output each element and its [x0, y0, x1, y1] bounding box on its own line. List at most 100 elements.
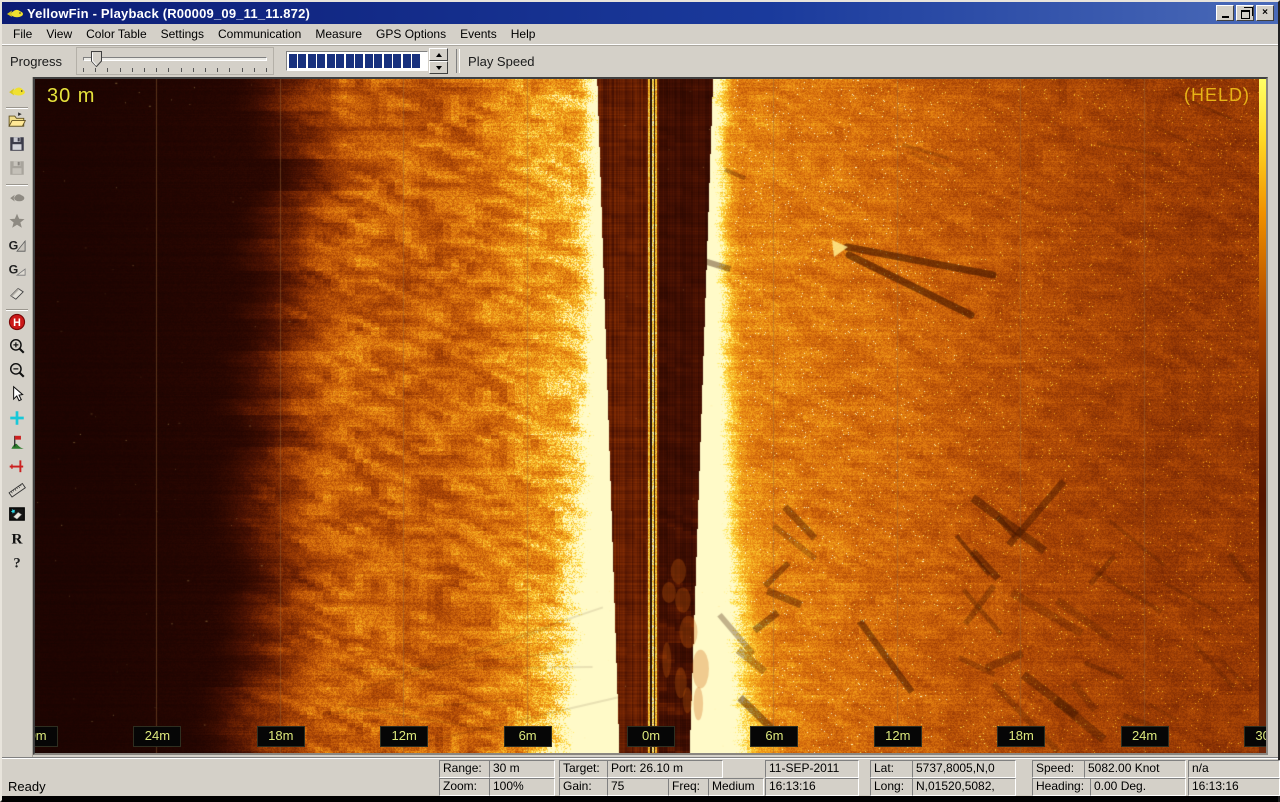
menu-item-events[interactable]: Events	[453, 25, 504, 43]
save-disabled-icon	[8, 159, 26, 182]
svg-text:G: G	[9, 262, 19, 276]
play-speed-bar	[286, 51, 428, 71]
fish-marker-icon	[8, 188, 26, 211]
status-bar: Ready Range: 30 m Target: Port: 26.10 m …	[2, 757, 1278, 796]
fish-marker-button	[5, 187, 29, 211]
star-marker-icon	[8, 212, 26, 235]
zoom-out-button[interactable]	[5, 360, 29, 384]
lat-field-label: Lat:	[870, 760, 918, 778]
zoom-field-value: 100%	[489, 778, 555, 796]
speed-segment	[384, 54, 392, 68]
zoom-out-icon	[8, 361, 26, 384]
mark-seabed-button[interactable]	[5, 432, 29, 456]
speed-segment	[355, 54, 363, 68]
window-bottom-edge	[2, 796, 1278, 802]
open-file-button[interactable]	[5, 110, 29, 134]
save-icon	[8, 135, 26, 158]
long-field-label: Long:	[870, 778, 918, 796]
na-field: n/a	[1188, 760, 1280, 778]
gain-up-button[interactable]: G	[5, 235, 29, 259]
speed-segment	[393, 54, 401, 68]
speed-segment	[336, 54, 344, 68]
scale-label: 0m	[627, 726, 675, 747]
speed-down-button[interactable]	[429, 61, 448, 74]
progress-slider[interactable]	[76, 47, 274, 75]
speed-field-label: Speed:	[1032, 760, 1090, 778]
range-field-value: 30 m	[489, 760, 555, 778]
scale-label: 24m	[133, 726, 181, 747]
speed-segment	[374, 54, 382, 68]
scale-label: 12m	[874, 726, 922, 747]
pointer-icon	[8, 385, 26, 408]
clear-screen-button[interactable]	[5, 504, 29, 528]
progress-slider-ticks	[83, 68, 267, 72]
status-ready: Ready	[8, 779, 46, 794]
scale-label: 6m	[504, 726, 552, 747]
speed-segment	[327, 54, 335, 68]
svg-text:?: ?	[13, 555, 20, 570]
play-speed-label: Play Speed	[468, 54, 535, 69]
close-icon: ×	[1262, 8, 1268, 18]
menu-bar: FileViewColor TableSettingsCommunication…	[2, 24, 1278, 44]
measure-button[interactable]	[5, 456, 29, 480]
arrow-down-icon	[436, 66, 442, 70]
speed-segment	[403, 54, 411, 68]
eraser-button[interactable]	[5, 283, 29, 307]
scale-label: 30m	[33, 726, 58, 747]
menu-item-view[interactable]: View	[39, 25, 79, 43]
menu-item-settings[interactable]: Settings	[154, 25, 211, 43]
yellowfin-logo-button[interactable]	[5, 81, 29, 105]
crosshair-icon	[8, 409, 26, 432]
clear-screen-icon	[8, 505, 26, 528]
progress-slider-track[interactable]	[83, 57, 267, 61]
save-button[interactable]	[5, 134, 29, 158]
restore-button[interactable]	[1236, 5, 1254, 21]
hold-icon: H	[8, 313, 26, 336]
menu-item-file[interactable]: File	[6, 25, 39, 43]
yellowfin-logo-icon	[6, 6, 24, 20]
record-icon: R	[8, 529, 26, 552]
gain-down-icon: G	[8, 260, 26, 283]
menu-item-gps-options[interactable]: GPS Options	[369, 25, 453, 43]
pointer-button[interactable]	[5, 384, 29, 408]
ruler-button[interactable]	[5, 480, 29, 504]
help-icon: ?	[8, 553, 26, 576]
save-disabled-button	[5, 158, 29, 182]
gain-up-icon: G	[8, 236, 26, 259]
open-file-icon	[8, 111, 26, 134]
progress-label: Progress	[10, 54, 62, 69]
menu-item-measure[interactable]: Measure	[308, 25, 369, 43]
record-button[interactable]: R	[5, 528, 29, 552]
held-status-label: (HELD)	[1184, 85, 1250, 106]
yellowfin-logo-icon	[8, 82, 26, 105]
speed-field-value: 5082.00 Knot	[1084, 760, 1186, 778]
zoom-in-button[interactable]	[5, 336, 29, 360]
speed-segment	[317, 54, 325, 68]
speed-up-button[interactable]	[429, 48, 448, 61]
minimize-button[interactable]	[1216, 5, 1234, 21]
crosshair-button[interactable]	[5, 408, 29, 432]
time-field: 16:13:16	[765, 778, 859, 796]
long-field-value: N,01520,5082,	[912, 778, 1016, 796]
heading-field-value: 0.00 Deg.	[1090, 778, 1186, 796]
svg-text:G: G	[9, 238, 19, 252]
gain-down-button[interactable]: G	[5, 259, 29, 283]
svg-text:H: H	[13, 317, 21, 329]
star-marker-button	[5, 211, 29, 235]
zoom-in-icon	[8, 337, 26, 360]
scale-label: 18m	[257, 726, 305, 747]
menu-item-color-table[interactable]: Color Table	[79, 25, 153, 43]
title-bar[interactable]: YellowFin - Playback (R00009_09_11_11.87…	[2, 2, 1278, 24]
range-field-label: Range:	[439, 760, 494, 778]
help-button[interactable]: ?	[5, 552, 29, 576]
close-button[interactable]: ×	[1256, 5, 1274, 21]
date-field: 11-SEP-2011	[765, 760, 859, 778]
time2-field: 16:13:16	[1188, 778, 1280, 796]
sonar-waterfall-image[interactable]	[35, 79, 1267, 753]
menu-item-help[interactable]: Help	[504, 25, 543, 43]
hold-button[interactable]: H	[5, 312, 29, 336]
restore-icon	[1241, 10, 1250, 19]
menu-item-communication[interactable]: Communication	[211, 25, 308, 43]
scale-label: 12m	[380, 726, 428, 747]
speed-segment	[346, 54, 354, 68]
